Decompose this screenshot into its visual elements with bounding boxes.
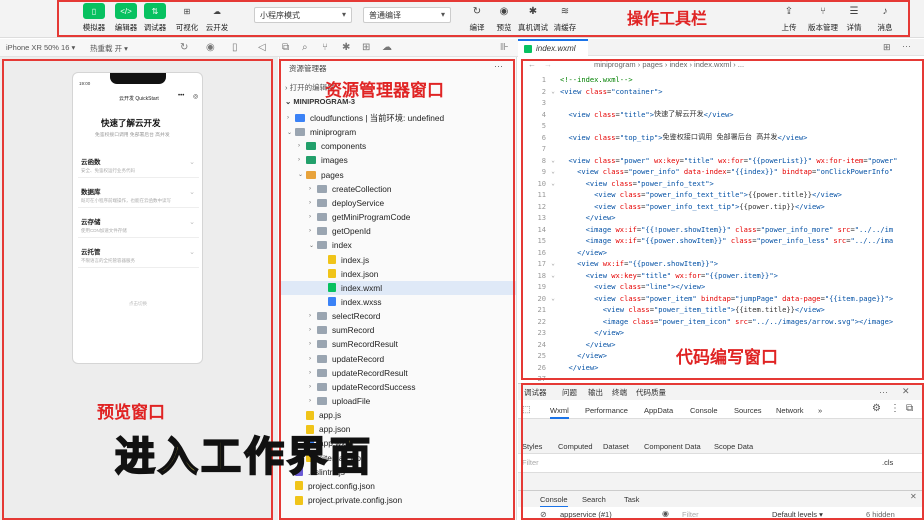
debug-icon[interactable]: ✱ xyxy=(342,42,350,53)
toolbar-right-button-label: 上传 xyxy=(781,23,797,32)
extensions-icon[interactable]: ⊞ xyxy=(362,42,370,53)
search-icon[interactable]: ⌕ xyxy=(302,42,308,53)
cloud-icon[interactable]: ☁ xyxy=(382,42,392,53)
video-subtitle: 进入工作界面 xyxy=(114,434,373,480)
editor-tab-label: index.wxml xyxy=(536,44,576,53)
toolbar-right-button-label: 详情 xyxy=(846,23,862,32)
device-select[interactable]: iPhone XR 50% 16 ▾ xyxy=(6,43,75,52)
phone-icon[interactable]: ▯ xyxy=(232,42,238,53)
bug-icon: ✱ xyxy=(528,5,538,17)
debug-icon: ⇅ xyxy=(144,3,166,19)
toolbar-left-button-label: 云开发 xyxy=(205,23,229,32)
eye-icon: ◉ xyxy=(499,5,509,17)
refresh-icon[interactable]: ↻ xyxy=(180,42,188,53)
files-icon[interactable]: ⧉ xyxy=(282,42,289,53)
toolbar-left-button-label: 可视化 xyxy=(175,23,199,32)
split-icon[interactable]: ⊪ xyxy=(500,42,509,53)
phone-icon: ▯ xyxy=(83,3,105,19)
editor-tab[interactable]: index.wxml xyxy=(518,39,588,56)
menu-icon: ☰ xyxy=(849,5,859,17)
editor-highlight-box xyxy=(521,59,924,380)
toolbar-left-button-2[interactable]: ⇅ 调试器 xyxy=(138,3,172,33)
volume-icon[interactable]: ◁ xyxy=(258,42,266,53)
toolbar-right-button-1[interactable]: ⑂ 版本管理 xyxy=(806,3,840,33)
toolbar-right-button-3[interactable]: ♪ 消息 xyxy=(868,3,902,33)
toolbar-mid-button-2[interactable]: ✱ 真机调试 xyxy=(516,3,550,33)
more-icon[interactable]: ··· xyxy=(902,41,911,51)
toolbar-right-button-0[interactable]: ⇪ 上传 xyxy=(772,3,806,33)
toolbar-left-button-label: 调试器 xyxy=(143,23,167,32)
upload-icon: ⇪ xyxy=(784,5,794,17)
split-editor-icon[interactable]: ⊞ xyxy=(883,42,891,53)
toolbar-right-button-label: 版本管理 xyxy=(808,23,838,32)
code-icon: </> xyxy=(115,3,137,19)
toolbar-right-button-label: 消息 xyxy=(877,23,893,32)
toolbar-left-button-4[interactable]: ☁ 云开发 xyxy=(200,3,234,33)
hotreload-toggle[interactable]: 热重载 开 ▾ xyxy=(90,43,128,54)
bell-icon: ♪ xyxy=(882,5,888,17)
git-icon[interactable]: ⑂ xyxy=(322,42,328,53)
toolbar-left-button-0[interactable]: ▯ 模拟器 xyxy=(77,3,111,33)
toolbar-right-button-2[interactable]: ☰ 详情 xyxy=(837,3,871,33)
toolbar-left-button-label: 模拟器 xyxy=(82,23,106,32)
refresh-icon: ↻ xyxy=(472,5,482,17)
toolbar-left-button-3[interactable]: ⊞ 可视化 xyxy=(170,3,204,33)
toolbar-mid-button-3[interactable]: ≋ 清缓存 xyxy=(548,3,582,33)
devtools-highlight-box xyxy=(521,383,924,520)
branch-icon: ⑂ xyxy=(820,5,826,17)
cloud-icon: ☁ xyxy=(213,6,221,16)
record-icon[interactable]: ◉ xyxy=(206,42,215,53)
wxml-file-icon xyxy=(524,45,532,53)
toolbar-mid-button-label: 清缓存 xyxy=(553,23,577,32)
layers-icon: ≋ xyxy=(560,5,570,17)
grid-icon: ⊞ xyxy=(183,6,191,16)
toolbar-mid-button-label: 真机调试 xyxy=(518,23,548,32)
